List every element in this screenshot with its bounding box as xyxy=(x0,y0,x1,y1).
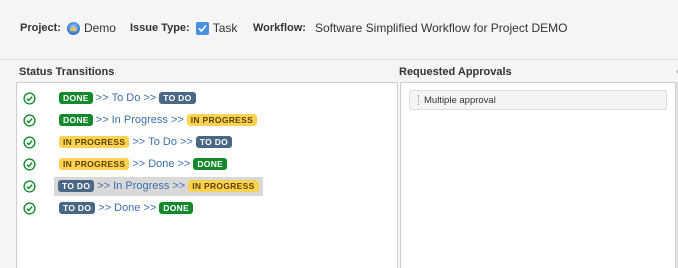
transition-separator: >> xyxy=(170,114,184,126)
to-status-lozenge: TO DO xyxy=(159,92,196,104)
transition-check-icon xyxy=(23,199,36,217)
transition-separator: >> xyxy=(98,202,112,214)
transition-name: Done xyxy=(114,202,141,214)
drag-handle-icon[interactable] xyxy=(418,95,420,105)
requested-approvals-panel: Multiple approval xyxy=(400,82,676,268)
transition-row[interactable]: TO DO >> Done >> DONE xyxy=(57,199,195,217)
transition-check-icon xyxy=(23,177,36,195)
transition-check-icon xyxy=(23,111,36,129)
transition-row[interactable]: TO DO >> In Progress >> IN PROGRESS xyxy=(54,176,263,196)
status-transitions-panel: DONE >> To Do >> TO DO DONE >> In Progress >> IN … xyxy=(16,82,398,268)
project-label: Project: xyxy=(20,22,61,34)
from-status-lozenge: TO DO xyxy=(58,180,95,192)
approval-item-label: Multiple approval xyxy=(424,94,496,106)
requested-approvals-title: Requested Approvals xyxy=(399,66,512,78)
to-status-lozenge: IN PROGRESS xyxy=(188,180,259,192)
from-status-lozenge: DONE xyxy=(59,92,93,104)
transition-separator: >> xyxy=(132,158,146,170)
approval-item[interactable]: Multiple approval xyxy=(409,90,667,110)
transition-check-icon xyxy=(23,89,36,107)
from-status-lozenge: TO DO xyxy=(59,202,96,214)
project-avatar-icon xyxy=(66,21,80,35)
to-status-lozenge: IN PROGRESS xyxy=(186,114,258,126)
transition-name: In Progress xyxy=(113,180,170,192)
transition-separator: >> xyxy=(177,158,191,170)
transition-row[interactable]: IN PROGRESS >> To Do >> TO DO xyxy=(57,133,234,151)
transition-row[interactable]: DONE >> In Progress >> IN PROGRESS xyxy=(57,111,259,129)
issue-type-info: Issue Type: Task xyxy=(130,20,237,36)
from-status-lozenge: IN PROGRESS xyxy=(59,158,130,170)
transition-name: To Do xyxy=(111,92,141,104)
issue-type-label: Issue Type: xyxy=(130,22,190,34)
issue-type-value: Task xyxy=(212,21,238,35)
transition-name: Done xyxy=(148,158,175,170)
transition-row[interactable]: IN PROGRESS >> Done >> DONE xyxy=(57,155,229,173)
from-status-lozenge: DONE xyxy=(59,114,93,126)
transition-name: To Do xyxy=(148,136,177,148)
from-status-lozenge: IN PROGRESS xyxy=(59,136,130,148)
transition-separator: >> xyxy=(95,92,109,104)
transition-separator: >> xyxy=(179,136,193,148)
task-checkbox-icon xyxy=(195,21,209,35)
transition-separator: >> xyxy=(97,180,111,192)
transition-separator: >> xyxy=(95,114,109,126)
status-transitions-title: Status Transitions xyxy=(19,66,115,78)
workflow-label: Workflow: xyxy=(253,22,306,34)
transition-separator: >> xyxy=(172,180,186,192)
to-status-lozenge: TO DO xyxy=(195,136,233,148)
header-bar: Project: Demo Issue Type: Task Workflow:… xyxy=(0,0,678,60)
to-status-lozenge: DONE xyxy=(193,158,228,170)
workflow-value: Software Simplified Workflow for Project… xyxy=(314,21,568,35)
project-info: Project: Demo xyxy=(20,20,116,36)
to-status-lozenge: DONE xyxy=(159,202,194,214)
transition-name: In Progress xyxy=(111,114,168,126)
transition-separator: >> xyxy=(132,136,146,148)
transition-check-icon xyxy=(23,155,36,173)
transition-check-icon xyxy=(23,133,36,151)
transition-row[interactable]: DONE >> To Do >> TO DO xyxy=(57,89,198,107)
project-value: Demo xyxy=(83,21,116,35)
transition-separator: >> xyxy=(143,92,157,104)
workflow-info: Workflow: Software Simplified Workflow f… xyxy=(253,20,567,36)
transition-separator: >> xyxy=(143,202,157,214)
